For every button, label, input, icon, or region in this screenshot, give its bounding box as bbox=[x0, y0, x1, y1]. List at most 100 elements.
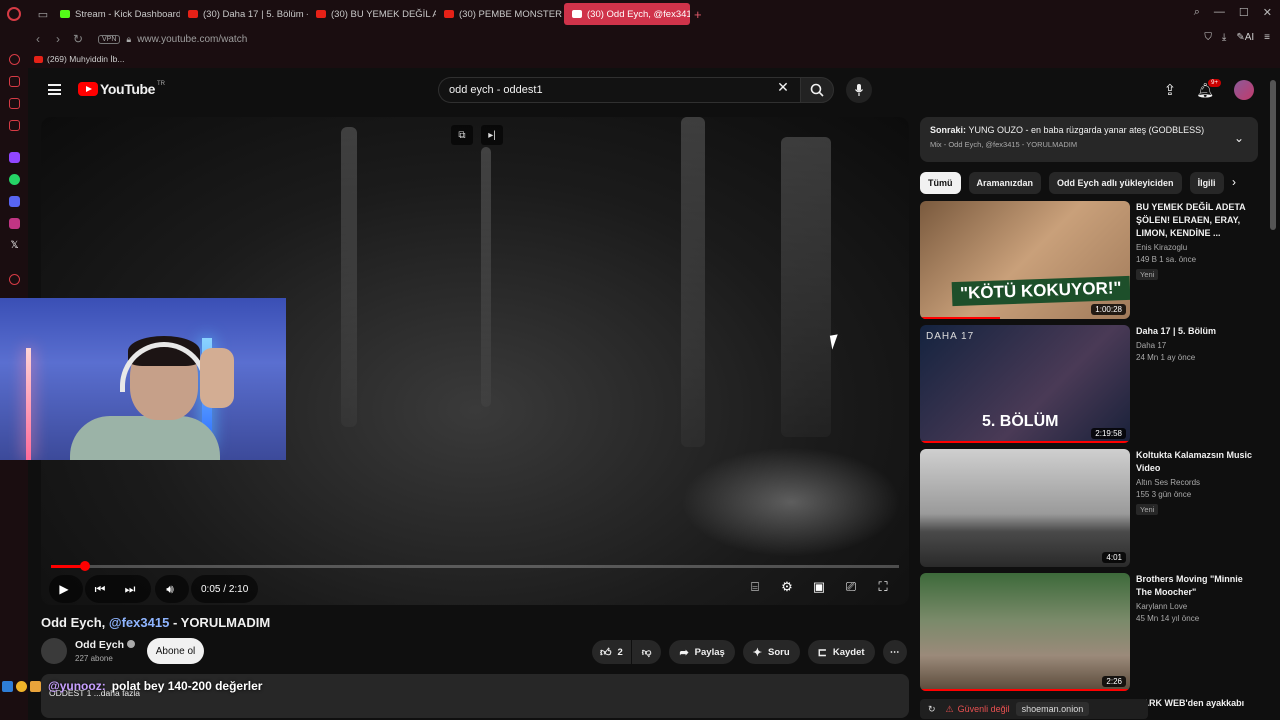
url-field[interactable]: www.youtube.com/watch bbox=[137, 34, 247, 45]
progress-bar[interactable] bbox=[51, 561, 899, 571]
search-input[interactable]: odd eych - oddest1 bbox=[438, 77, 800, 103]
video-info: Brothers Moving "Minnie The Moocher" Kar… bbox=[1136, 573, 1260, 623]
title-text: - YORULMADIM bbox=[172, 615, 271, 630]
back-icon[interactable]: ‹ bbox=[28, 32, 48, 46]
forward-icon[interactable]: › bbox=[48, 32, 68, 46]
tab-workspace-icon[interactable]: ▭ bbox=[34, 5, 52, 23]
new-tab-button[interactable]: + bbox=[694, 7, 702, 22]
video-thumbnail[interactable]: 4:01 bbox=[920, 449, 1130, 567]
chip-from-search[interactable]: Aramanızdan bbox=[968, 172, 1042, 194]
avatar[interactable] bbox=[1234, 80, 1254, 100]
video-thumbnail[interactable]: "KÖTÜ KOKUYOR!" 1:00:28 bbox=[920, 201, 1130, 319]
volume-button[interactable]: 🔊︎ bbox=[155, 575, 189, 603]
instagram-icon[interactable] bbox=[9, 218, 20, 229]
page-scrollbar[interactable] bbox=[1270, 80, 1276, 230]
title-mention-link[interactable]: @fex3415 bbox=[109, 615, 169, 630]
channel-name[interactable]: Odd Eych bbox=[75, 639, 136, 651]
like-button[interactable]: 👍︎ 2 bbox=[592, 640, 631, 664]
channel-avatar[interactable] bbox=[41, 638, 67, 664]
news-icon[interactable] bbox=[9, 120, 20, 131]
x-icon[interactable]: 𝕏 bbox=[9, 240, 20, 251]
lock-icon[interactable]: 🔒︎ bbox=[126, 34, 131, 45]
pip-icon[interactable]: ⧉ bbox=[451, 125, 473, 145]
tab-3[interactable]: (30) PEMBE MONSTER | M bbox=[436, 3, 564, 25]
fullscreen-icon[interactable]: ⛶ bbox=[873, 577, 893, 597]
tab-1[interactable]: (30) Daha 17 | 5. Bölüm - Y bbox=[180, 3, 308, 25]
tab-2[interactable]: (30) BU YEMEK DEĞİL ADE bbox=[308, 3, 436, 25]
miniplayer-icon[interactable]: ▣ bbox=[809, 577, 829, 597]
channel-name[interactable]: Daha 17 bbox=[1136, 341, 1260, 350]
chip-from-uploader[interactable]: Odd Eych adlı yükleyiciden bbox=[1049, 172, 1182, 194]
youtube-logo[interactable]: YouTube TR bbox=[78, 81, 165, 97]
video-title[interactable]: DARK WEB'den ayakkabı bbox=[1136, 698, 1244, 708]
settings-icon[interactable]: ⚙ bbox=[777, 577, 797, 597]
up-next-subtitle: Mix - Odd Eych, @fex3415 - YORULMADIM bbox=[930, 140, 1078, 149]
up-next-label: Sonraki: bbox=[930, 125, 967, 135]
download-icon[interactable]: ⤓ bbox=[1222, 32, 1226, 43]
dislike-button[interactable]: 👎︎ bbox=[631, 640, 662, 664]
hamburger-menu-icon[interactable] bbox=[48, 84, 61, 95]
home-icon[interactable] bbox=[9, 76, 20, 87]
cast-icon[interactable]: ⎚ bbox=[841, 577, 861, 597]
ask-button[interactable]: ✦ Soru bbox=[742, 640, 800, 664]
video-meta: 149 B 1 sa. önce bbox=[1136, 255, 1197, 264]
skip-icon[interactable]: ▸| bbox=[481, 125, 503, 145]
discord-icon[interactable] bbox=[9, 196, 20, 207]
subtitles-icon[interactable]: ⌸ bbox=[745, 577, 765, 597]
clear-search-icon[interactable]: ✕ bbox=[774, 79, 792, 97]
chip-all[interactable]: Tümü bbox=[920, 172, 961, 194]
tab-0[interactable]: Stream - Kick Dashboard bbox=[52, 3, 180, 25]
ask-label: Soru bbox=[768, 646, 790, 658]
close-icon[interactable]: ✕ bbox=[1263, 6, 1272, 19]
next-icon[interactable]: ⏭ bbox=[115, 575, 145, 603]
save-button[interactable]: ⊏ Kaydet bbox=[807, 640, 875, 664]
video-thumbnail[interactable]: DAHA 17 5. BÖLÜM 2:19:58 bbox=[920, 325, 1130, 443]
reload-icon[interactable]: ↻ bbox=[928, 704, 936, 715]
twitch-icon[interactable] bbox=[9, 152, 20, 163]
subscribe-button[interactable]: Abone ol bbox=[147, 638, 204, 664]
list-item[interactable]: 4:01 Koltukta Kalamazsın Music Video Alt… bbox=[920, 449, 1260, 567]
channel-name[interactable]: Enis Kirazoglu bbox=[1136, 243, 1260, 252]
up-next-video-title: YUNG OUZO - en baba rüzgarda yanar ateş … bbox=[968, 125, 1205, 135]
maximize-icon[interactable]: ☐ bbox=[1239, 6, 1249, 19]
channel-name[interactable]: Altın Ses Records bbox=[1136, 478, 1260, 487]
video-title[interactable]: Koltukta Kalamazsın Music Video bbox=[1136, 449, 1260, 475]
channel-name[interactable]: Karylann Love bbox=[1136, 602, 1260, 611]
menu-icon[interactable]: ≡ bbox=[1264, 32, 1270, 43]
new-badge: Yeni bbox=[1136, 269, 1159, 280]
chevron-down-icon[interactable]: ⌄ bbox=[1234, 131, 1244, 145]
reload-icon[interactable]: ↻ bbox=[68, 32, 88, 46]
more-actions-button[interactable]: ⋯ bbox=[882, 640, 907, 664]
video-title[interactable]: BU YEMEK DEĞİL ADETA ŞÖLEN! ELRAEN, ERAY… bbox=[1136, 201, 1260, 240]
chevron-right-icon[interactable]: › bbox=[1232, 175, 1236, 189]
video-title[interactable]: Daha 17 | 5. Bölüm bbox=[1136, 325, 1260, 338]
upload-icon[interactable]: ⇪ bbox=[1164, 81, 1177, 99]
play-button[interactable]: ▶ bbox=[49, 575, 83, 603]
whatsapp-icon[interactable] bbox=[9, 174, 20, 185]
video-title[interactable]: Brothers Moving "Minnie The Moocher" bbox=[1136, 573, 1260, 599]
wallet-icon[interactable]: ⛉ bbox=[1204, 32, 1212, 43]
vpn-badge[interactable]: VPN bbox=[98, 34, 121, 44]
list-item[interactable]: 2:26 Brothers Moving "Minnie The Moocher… bbox=[920, 573, 1260, 691]
search-tabs-icon[interactable]: ⌕ bbox=[1194, 6, 1200, 19]
voice-search-button[interactable] bbox=[846, 77, 872, 103]
search-button[interactable] bbox=[800, 77, 834, 103]
bookmark-item[interactable]: (269) Muhyiddin İb... bbox=[47, 54, 124, 64]
previous-icon[interactable]: ⏮ bbox=[85, 575, 115, 603]
video-thumbnail[interactable]: 2:26 bbox=[920, 573, 1130, 691]
list-item[interactable]: "KÖTÜ KOKUYOR!" 1:00:28 BU YEMEK DEĞİL A… bbox=[920, 201, 1260, 319]
speed-dial-icon[interactable] bbox=[9, 98, 20, 109]
chip-related[interactable]: İlgili bbox=[1189, 172, 1224, 194]
ai-button[interactable]: ✎AI bbox=[1236, 32, 1254, 43]
notifications-button[interactable]: 🔔︎ 9+ bbox=[1196, 78, 1221, 99]
opera-ai-icon[interactable] bbox=[9, 54, 20, 65]
list-item[interactable]: DAHA 17 5. BÖLÜM 2:19:58 Daha 17 | 5. Bö… bbox=[920, 325, 1260, 443]
progress-scrubber[interactable] bbox=[80, 561, 90, 571]
minimize-icon[interactable]: — bbox=[1214, 6, 1225, 19]
share-button[interactable]: ➦ Paylaş bbox=[669, 640, 735, 664]
tab-4-active[interactable]: (30) Odd Eych, @fex3415 bbox=[564, 3, 690, 25]
opera-logo-icon[interactable] bbox=[0, 0, 28, 28]
video-frame-detail bbox=[341, 127, 357, 427]
player-icon[interactable] bbox=[9, 274, 20, 285]
up-next-card[interactable]: Sonraki: YUNG OUZO - en baba rüzgarda ya… bbox=[920, 117, 1258, 162]
